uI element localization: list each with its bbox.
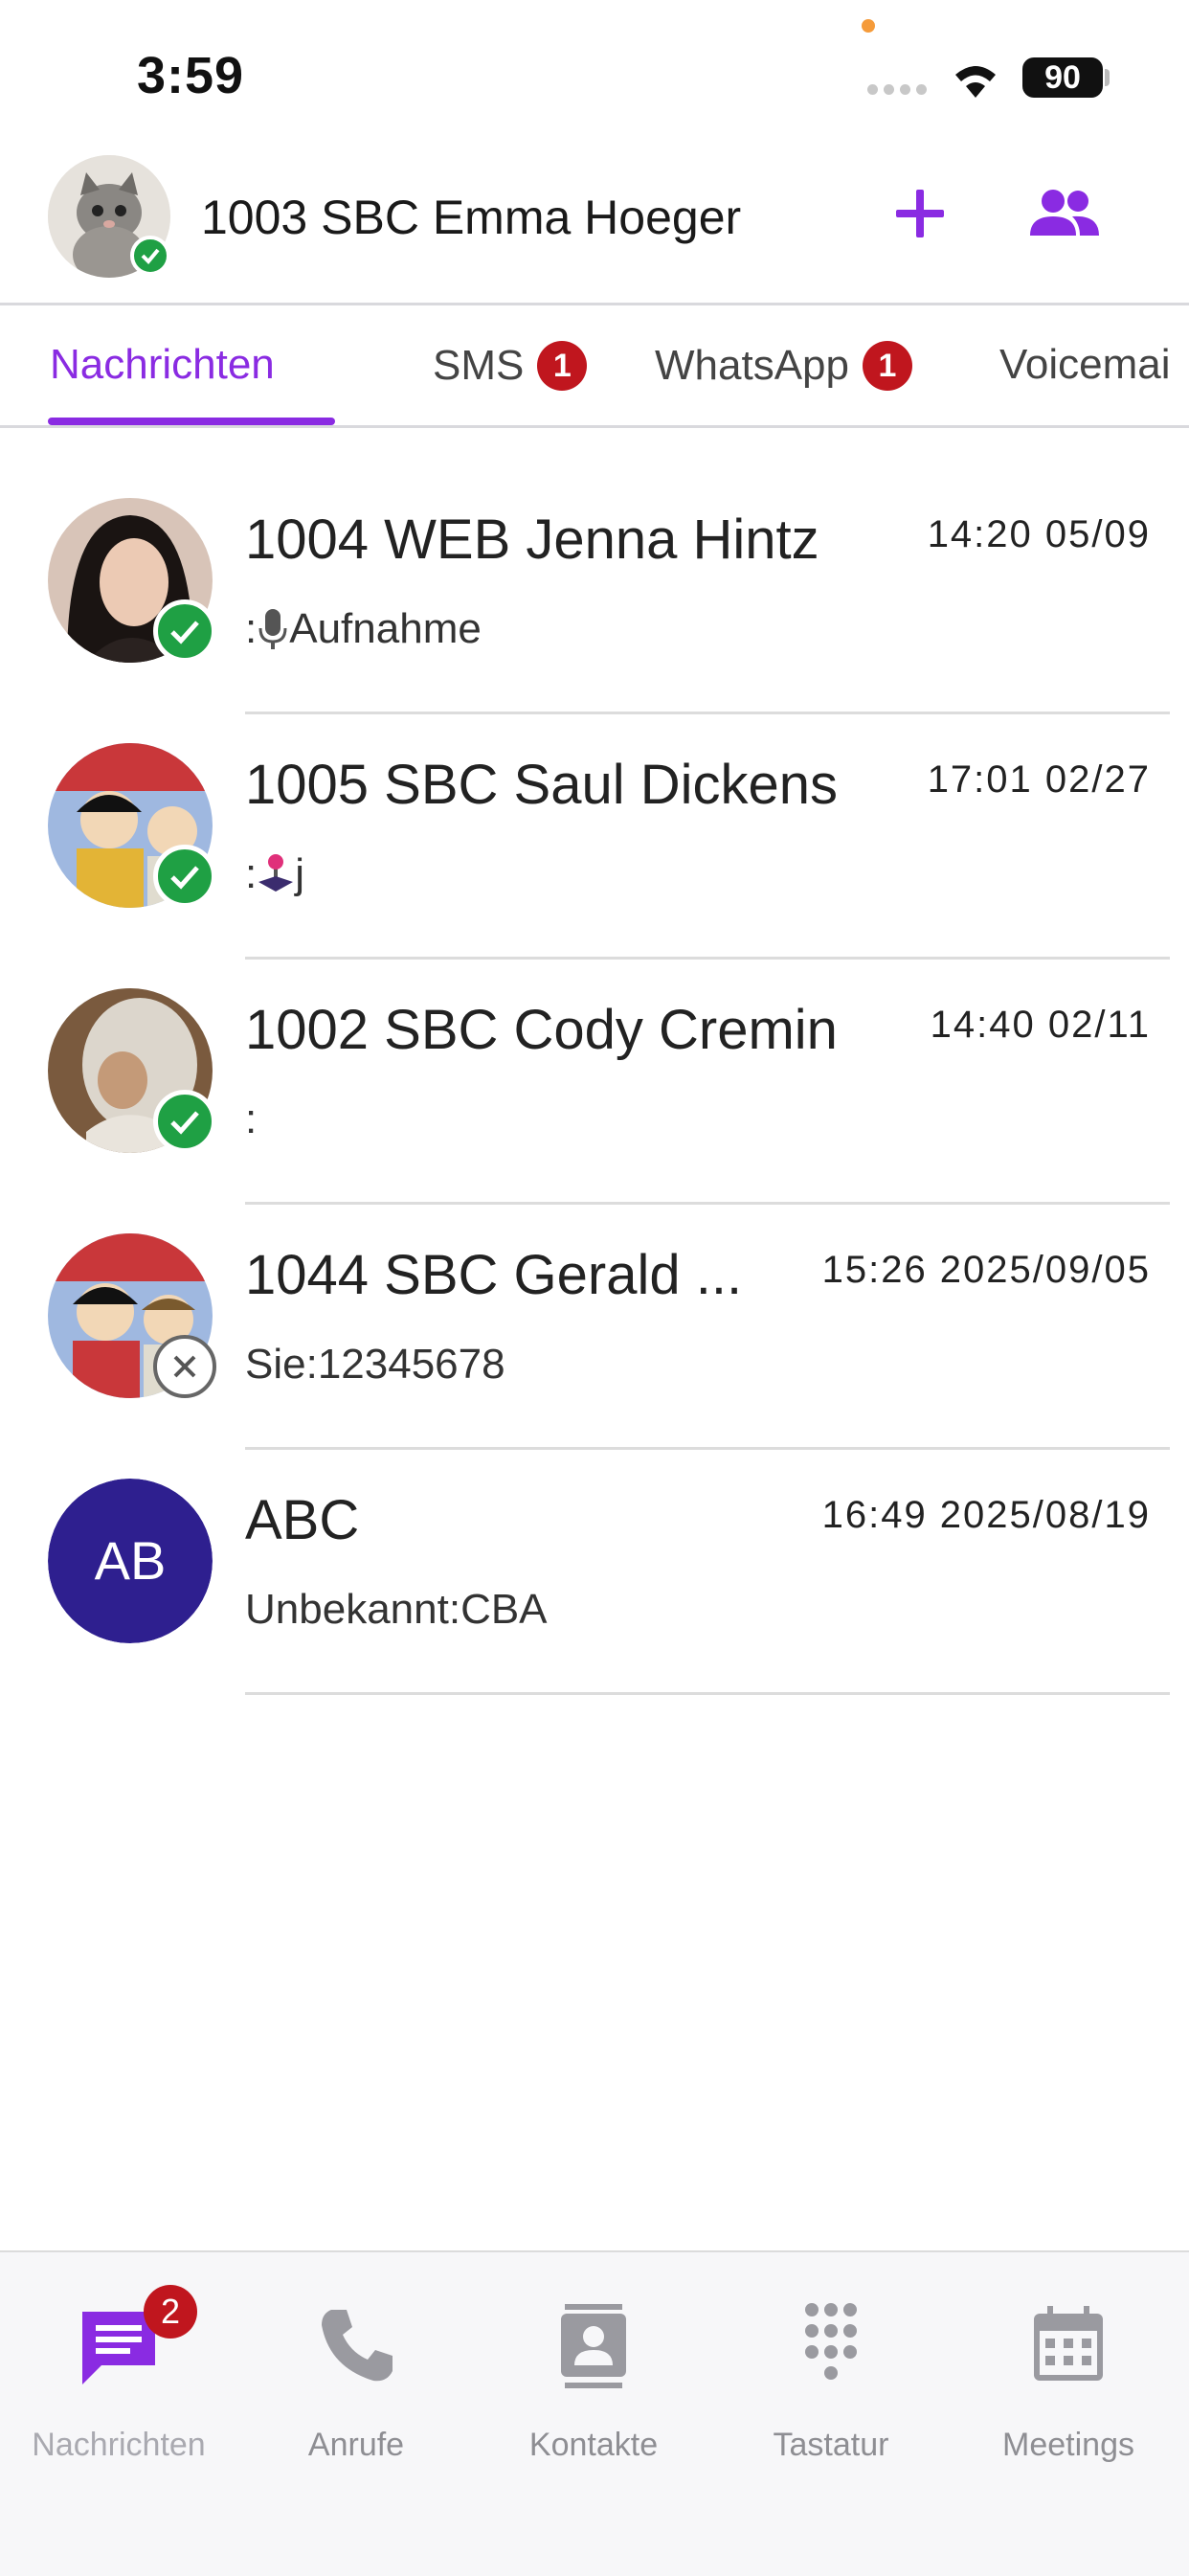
online-status-icon [153, 845, 216, 908]
message-timestamp: 16:49 2025/08/19 [821, 1494, 1151, 1536]
status-time: 3:59 [137, 47, 245, 104]
battery-indicator: 90 [1022, 57, 1103, 98]
message-type-tabs: Nachrichten SMS 1 WhatsApp 1 Voicemai [0, 303, 1189, 428]
contact-card-icon [548, 2300, 639, 2392]
nav-kontakte[interactable]: Kontakte [475, 2300, 712, 2464]
preview-prefix: : [245, 850, 258, 897]
battery-cap [1105, 69, 1110, 86]
account-name: 1003 SBC Emma Hoeger [201, 191, 742, 244]
message-timestamp: 14:20 05/09 [927, 513, 1151, 555]
unread-badge: 2 [144, 2285, 197, 2339]
offline-status-icon [153, 1335, 216, 1398]
nav-meetings[interactable]: Meetings [950, 2300, 1187, 2464]
dialpad-icon [785, 2300, 877, 2392]
conversation-row[interactable]: 1044 SBC Gerald ... 15:26 2025/09/05 Sie… [0, 1205, 1189, 1450]
status-bar: 3:59 90 [0, 0, 1189, 144]
preview-prefix: : [245, 605, 258, 652]
row-divider [245, 1692, 1170, 1695]
tab-whatsapp[interactable]: WhatsApp 1 [655, 341, 912, 391]
conversation-list: 1004 WEB Jenna Hintz 14:20 05/09 : Aufna… [0, 469, 1189, 1695]
message-preview: Unbekannt: CBA [245, 1586, 548, 1634]
message-preview: Sie: 12345678 [245, 1341, 505, 1389]
unread-badge: 1 [537, 341, 588, 391]
message-timestamp: 17:01 02/27 [927, 758, 1151, 801]
preview-prefix: : [245, 1096, 258, 1142]
nav-label: Tastatur [773, 2427, 889, 2463]
unread-badge: 1 [862, 341, 912, 391]
nav-label: Kontakte [528, 2427, 659, 2463]
conversation-row[interactable]: 1002 SBC Cody Cremin 14:40 02/11 : [0, 960, 1189, 1205]
nav-anrufe[interactable]: Anrufe [237, 2300, 475, 2464]
cellular-signal-icon [867, 84, 927, 95]
preview-text: j [295, 850, 305, 897]
message-timestamp: 14:40 02/11 [930, 1004, 1151, 1046]
message-icon: 2 [73, 2285, 197, 2392]
contact-avatar: AB [48, 1479, 213, 1643]
preview-text: CBA [460, 1586, 548, 1633]
contact-name: 1002 SBC Cody Cremin [245, 999, 838, 1061]
preview-prefix: Unbekannt: [245, 1586, 461, 1633]
preview-prefix: Sie: [245, 1341, 318, 1388]
privacy-indicator-dot [862, 19, 875, 33]
message-timestamp: 15:26 2025/09/05 [821, 1249, 1151, 1291]
nav-label: Nachrichten [32, 2427, 206, 2463]
tab-label: WhatsApp [655, 342, 849, 389]
contact-initials: AB [48, 1479, 213, 1643]
nav-label: Anrufe [307, 2427, 405, 2463]
contact-name: ABC [245, 1489, 360, 1551]
message-preview: : Aufnahme [245, 605, 482, 653]
active-tab-indicator [48, 418, 335, 425]
calendar-icon [1022, 2300, 1114, 2392]
online-status-icon [153, 1090, 216, 1153]
conversation-row[interactable]: AB ABC 16:49 2025/08/19 Unbekannt: CBA [0, 1450, 1189, 1695]
online-status-icon [130, 236, 170, 276]
app-header: 1003 SBC Emma Hoeger [0, 144, 1189, 305]
tab-label: Nachrichten [50, 341, 275, 388]
wifi-icon [955, 66, 996, 98]
add-icon[interactable] [888, 182, 952, 245]
joystick-icon [258, 854, 294, 892]
contact-name: 1005 SBC Saul Dickens [245, 754, 838, 816]
conversation-row[interactable]: 1005 SBC Saul Dickens 17:01 02/27 : j [0, 714, 1189, 960]
phone-icon [310, 2300, 402, 2392]
contact-name: 1004 WEB Jenna Hintz [245, 508, 819, 571]
contact-name: 1044 SBC Gerald ... [245, 1244, 743, 1306]
preview-text: Aufnahme [289, 605, 482, 652]
message-preview: : [245, 1096, 257, 1143]
nav-tastatur[interactable]: Tastatur [712, 2300, 950, 2464]
tab-sms[interactable]: SMS 1 [433, 341, 588, 391]
nav-nachrichten[interactable]: 2 Nachrichten [0, 2285, 237, 2464]
message-preview: : j [245, 850, 304, 898]
microphone-icon [258, 609, 287, 649]
nav-label: Meetings [1002, 2427, 1134, 2463]
conversation-row[interactable]: 1004 WEB Jenna Hintz 14:20 05/09 : Aufna… [0, 469, 1189, 714]
tab-label: SMS [433, 342, 525, 389]
tab-voicemail[interactable]: Voicemai [999, 341, 1171, 389]
tab-label: Voicemai [999, 341, 1171, 388]
preview-text: 12345678 [317, 1341, 505, 1388]
online-status-icon [153, 599, 216, 663]
group-icon[interactable] [1026, 186, 1103, 243]
bottom-navigation: 2 Nachrichten Anrufe Kontakte Tastatur M… [0, 2250, 1189, 2576]
tab-nachrichten[interactable]: Nachrichten [50, 341, 275, 389]
